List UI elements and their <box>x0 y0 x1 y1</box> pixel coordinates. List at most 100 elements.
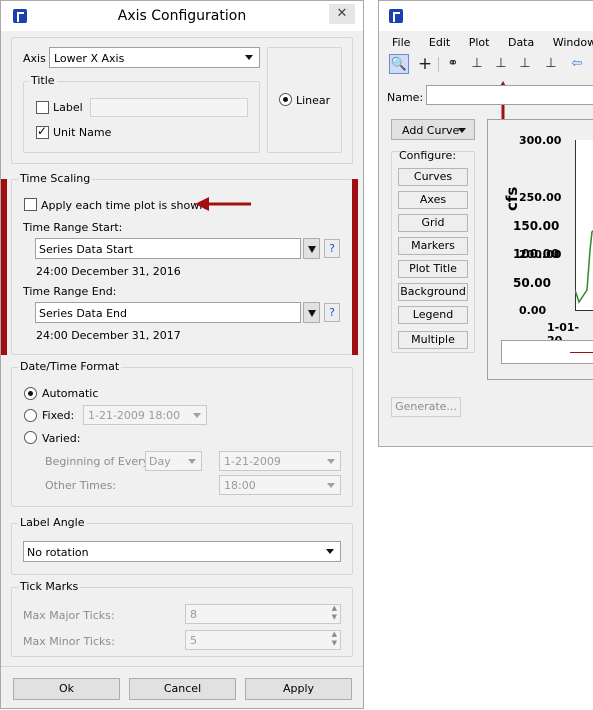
legend-button[interactable]: Legend <box>398 306 468 324</box>
apply-each-time-checkbox[interactable] <box>24 198 37 211</box>
close-icon[interactable]: ✕ <box>329 4 355 24</box>
other-times-select[interactable]: 18:00 <box>219 475 341 495</box>
y-tick-50: 50.00 <box>513 276 551 290</box>
menu-plot[interactable]: Plot <box>469 36 490 49</box>
chevron-down-icon <box>308 246 316 253</box>
time-range-start-help-button[interactable]: ? <box>324 239 340 258</box>
title-bar: Axis Configuration ✕ <box>1 1 363 31</box>
scale-axis-icon[interactable]: ⊥ <box>541 54 561 74</box>
top-axis-icon[interactable]: ⊥ <box>491 54 511 74</box>
automatic-radio-label: Automatic <box>42 387 99 400</box>
max-major-ticks-label: Max Major Ticks: <box>23 609 115 622</box>
axes-button[interactable]: Axes <box>398 191 468 209</box>
chevron-down-icon <box>326 549 334 554</box>
label-checkbox-text: Label <box>53 101 83 114</box>
link-icon[interactable]: ⚭ <box>443 54 463 74</box>
beginning-of-every-label: Beginning of Every: <box>45 455 153 468</box>
chevron-down-icon <box>188 459 196 464</box>
max-major-ticks-spinner[interactable]: 8 ▲ ▼ <box>185 604 341 624</box>
label-angle-label: Label Angle <box>18 516 87 529</box>
menu-edit[interactable]: Edit <box>429 36 450 49</box>
beginning-date-select[interactable]: 1-21-2009 <box>219 451 341 471</box>
markers-button[interactable]: Markers <box>398 237 468 255</box>
axis-icon[interactable]: ⊥ <box>467 54 487 74</box>
label-text-field[interactable] <box>90 98 248 117</box>
chevron-down-icon <box>327 459 335 464</box>
time-range-end-help-button[interactable]: ? <box>324 303 340 322</box>
label-checkbox[interactable] <box>36 101 49 114</box>
apply-button[interactable]: Apply <box>245 678 352 700</box>
time-range-end-dropdown[interactable] <box>303 302 320 323</box>
crosshair-icon[interactable]: + <box>415 54 435 74</box>
menu-file[interactable]: File <box>392 36 410 49</box>
curves-button[interactable]: Curves <box>398 168 468 186</box>
axis-select[interactable]: Lower X Axis <box>49 47 260 68</box>
time-range-start-date: 24:00 December 31, 2016 <box>36 265 181 278</box>
time-range-start-select[interactable]: Series Data Start <box>35 238 301 259</box>
highlight-bar-right <box>352 179 358 355</box>
right-axis-icon[interactable]: ⊥ <box>515 54 535 74</box>
back-arrow-icon[interactable]: ⇦ <box>567 54 587 74</box>
label-angle-select[interactable]: No rotation <box>23 541 341 562</box>
dialog-title: Axis Configuration <box>117 8 247 24</box>
other-times-label: Other Times: <box>45 479 117 492</box>
y-tick-250: 250.00 <box>519 191 562 204</box>
cancel-button[interactable]: Cancel <box>129 678 236 700</box>
max-minor-ticks-spinner[interactable]: 5 ▲ ▼ <box>185 630 341 650</box>
axis-label: Axis <box>23 52 46 65</box>
y-tick-150: 150.00 <box>513 219 560 233</box>
varied-radio-label: Varied: <box>42 432 81 445</box>
y-tick-100: 100.00 <box>513 247 560 261</box>
fixed-radio-label: Fixed: <box>42 409 75 422</box>
spinner-arrows-icon: ▲ ▼ <box>331 630 337 647</box>
divider <box>1 666 363 667</box>
time-range-end-date: 24:00 December 31, 2017 <box>36 329 181 342</box>
generate-button[interactable]: Generate... <box>391 397 461 417</box>
spinner-arrows-icon: ▲ ▼ <box>331 604 337 621</box>
unit-name-checkbox[interactable] <box>36 124 49 139</box>
linear-radio-label: Linear <box>296 94 331 107</box>
name-label: Name: <box>387 91 424 104</box>
title-group <box>23 81 260 153</box>
title-group-label: Title <box>29 74 57 87</box>
configure-label: Configure: <box>399 149 457 162</box>
chevron-down-icon <box>308 310 316 317</box>
plot-window: File Edit Plot Data Window 🔍 + ⚭ ⊥ ⊥ ⊥ ⊥… <box>378 0 593 447</box>
name-input[interactable] <box>426 85 593 105</box>
highlight-bar-left <box>1 179 7 355</box>
apply-each-time-label: Apply each time plot is shown <box>41 199 207 212</box>
zoom-icon[interactable]: 🔍 <box>389 54 409 74</box>
automatic-radio[interactable] <box>24 387 37 400</box>
chevron-down-icon <box>193 413 201 418</box>
grid-button[interactable]: Grid <box>398 214 468 232</box>
background-button[interactable]: Background <box>398 283 468 301</box>
y-tick-0: 0.00 <box>519 304 547 317</box>
time-range-end-select[interactable]: Series Data End <box>35 302 301 323</box>
time-range-start-dropdown[interactable] <box>303 238 320 259</box>
fixed-radio[interactable] <box>24 409 37 422</box>
chevron-down-icon <box>458 128 466 133</box>
menu-data[interactable]: Data <box>508 36 534 49</box>
legend-box <box>501 340 593 364</box>
chevron-down-icon <box>245 55 253 60</box>
menu-bar: File Edit Plot Data Window <box>392 36 593 49</box>
linear-radio[interactable] <box>279 93 292 106</box>
plot-title-bar <box>379 1 593 31</box>
multiple-button[interactable]: Multiple <box>398 331 468 349</box>
y-tick-300: 300.00 <box>519 134 562 147</box>
max-minor-ticks-label: Max Minor Ticks: <box>23 635 115 648</box>
ok-button[interactable]: Ok <box>13 678 120 700</box>
tick-marks-label: Tick Marks <box>18 580 81 593</box>
add-curve-button[interactable]: Add Curve <box>391 119 475 140</box>
datetime-format-label: Date/Time Format <box>18 360 122 373</box>
fixed-datetime-select[interactable]: 1-21-2009 18:00 <box>83 405 207 425</box>
annotation-arrow-left <box>195 197 251 211</box>
beginning-unit-select[interactable]: Day <box>145 451 202 471</box>
app-logo-icon <box>389 9 403 23</box>
plot-title-button[interactable]: Plot Title <box>398 260 468 278</box>
time-scaling-label: Time Scaling <box>18 172 93 185</box>
varied-radio[interactable] <box>24 431 37 444</box>
legend-line <box>570 352 593 353</box>
axis-configuration-dialog: Axis Configuration ✕ Axis Lower X Axis T… <box>0 0 364 709</box>
menu-window[interactable]: Window <box>553 36 593 49</box>
